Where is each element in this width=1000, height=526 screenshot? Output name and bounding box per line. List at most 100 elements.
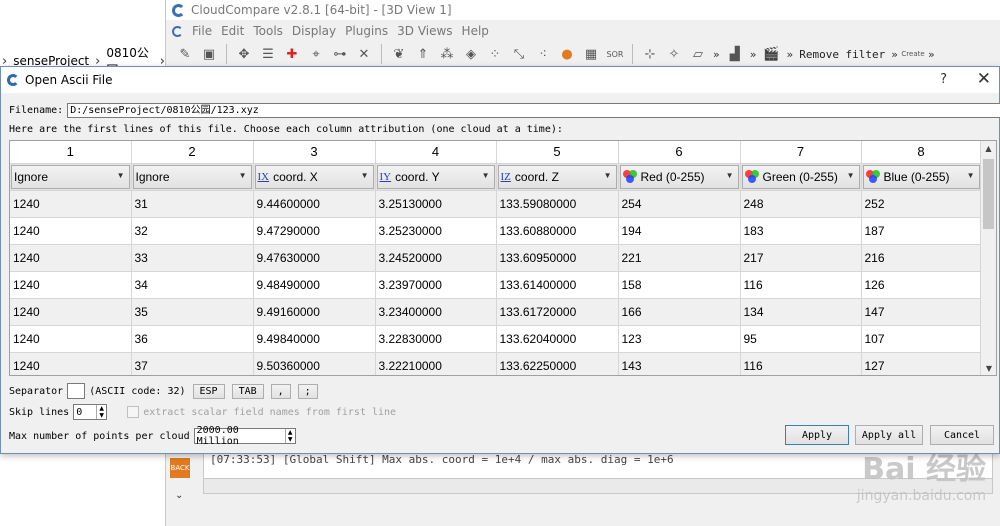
menu-tools[interactable]: Tools <box>253 24 283 38</box>
toolbar-more-button[interactable]: » <box>713 48 720 61</box>
table-cell: 183 <box>740 217 862 245</box>
max-points-row: Max number of points per cloud 2000.00 M… <box>9 425 296 447</box>
chevron-down-icon[interactable]: ▼ <box>117 171 125 180</box>
open-icon[interactable]: ✎ <box>176 45 194 63</box>
histogram-icon[interactable]: ▟ <box>726 45 744 63</box>
chevron-down-icon[interactable]: ⌄ <box>175 490 183 501</box>
help-button[interactable]: ? <box>940 72 947 87</box>
table-cell: 9.49840000 <box>253 325 376 353</box>
table-cell: 216 <box>861 244 982 272</box>
column-attribute-dropdown[interactable]: Blue (0-255) ▼ <box>862 164 980 189</box>
apply-all-button[interactable]: Apply all <box>855 425 923 445</box>
point-pick-icon[interactable]: ✚ <box>283 45 301 63</box>
column-attribute-dropdown[interactable]: IZ coord. Z ▼ <box>497 164 617 189</box>
scatter-icon[interactable]: ⁘ <box>486 45 504 63</box>
table-cell: 248 <box>740 190 862 218</box>
color-icon[interactable]: ● <box>558 45 576 63</box>
chevron-down-icon[interactable]: ▼ <box>239 171 247 180</box>
spin-down-icon[interactable]: ▼ <box>97 412 106 419</box>
merge-icon[interactable]: ⊶ <box>331 45 349 63</box>
table-cell: 37 <box>131 352 254 375</box>
sample-icon[interactable]: ❦ <box>390 45 408 63</box>
align-icon[interactable]: ⊹ <box>641 45 659 63</box>
chevron-down-icon[interactable]: ▼ <box>847 171 855 180</box>
plane-icon[interactable]: ▱ <box>689 45 707 63</box>
filename-field[interactable]: D:/senseProject/0810公园/123.xyz <box>67 103 1000 118</box>
toolbar-more-button[interactable]: » <box>750 48 757 61</box>
spin-buttons[interactable]: ▲ ▼ <box>96 405 106 419</box>
column-preview-grid: 1 2 3 4 5 6 7 8 Ignore ▼ Ignore ▼ IX coord. X ▼ IY coord… <box>9 140 997 376</box>
menu-help[interactable]: Help <box>462 24 489 38</box>
skip-lines-spinbox[interactable]: 0 ▲ ▼ <box>73 404 108 420</box>
table-cell: 3.23970000 <box>375 271 497 299</box>
spin-buttons[interactable]: ▲ ▼ <box>284 429 295 443</box>
save-icon[interactable]: ▣ <box>200 45 218 63</box>
mesh-icon[interactable]: ◈ <box>462 45 480 63</box>
noise-icon[interactable]: ⁖ <box>534 45 552 63</box>
register-icon[interactable]: ✧ <box>665 45 683 63</box>
column-attribute-dropdown[interactable]: IY coord. Y ▼ <box>376 164 495 189</box>
extract-names-checkbox[interactable] <box>127 406 140 418</box>
checker-icon[interactable]: ▦ <box>582 45 600 63</box>
normals-icon[interactable]: ⇑ <box>414 45 432 63</box>
table-row: 1240 35 9.49160000 3.23400000 133.61720000 16… <box>10 298 982 326</box>
chevron-down-icon[interactable]: ▼ <box>726 171 734 180</box>
spin-down-icon[interactable]: ▼ <box>286 436 295 443</box>
sor-icon[interactable]: SOR <box>606 45 624 63</box>
table-cell: 3.22830000 <box>375 325 497 353</box>
table-cell: 143 <box>618 352 741 375</box>
remove-filter-button[interactable]: Remove filter <box>799 48 885 61</box>
scroll-down-icon[interactable]: ▼ <box>981 361 996 375</box>
spin-up-icon[interactable]: ▲ <box>286 429 295 436</box>
column-attribute-dropdown[interactable]: Red (0-255) ▼ <box>619 164 739 189</box>
comma-button[interactable]: , <box>270 383 291 399</box>
menu-edit[interactable]: Edit <box>221 24 244 38</box>
menu-3d-views[interactable]: 3D Views <box>397 24 452 38</box>
chevron-down-icon[interactable]: ▼ <box>361 171 369 180</box>
distance-icon[interactable]: ⤡ <box>510 45 528 63</box>
grid-vertical-scrollbar[interactable]: ▲ ▼ <box>980 141 996 375</box>
toolbar-more-button[interactable]: » <box>928 48 935 61</box>
table-cell: 133.61720000 <box>496 298 619 326</box>
column-attribute-dropdown[interactable]: Ignore ▼ <box>11 164 130 189</box>
coord-x-icon: IX <box>257 170 270 183</box>
properties-icon[interactable]: ☰ <box>259 45 277 63</box>
chevron-down-icon[interactable]: ▼ <box>482 171 490 180</box>
column-attribute-dropdown[interactable]: Ignore ▼ <box>132 164 252 189</box>
toolbar-more-button[interactable]: » <box>891 48 898 61</box>
menu-plugins[interactable]: Plugins <box>345 24 388 38</box>
toolbar-more-button[interactable]: » <box>786 48 793 61</box>
menu-display[interactable]: Display <box>292 24 336 38</box>
apply-button[interactable]: Apply <box>785 425 849 445</box>
delete-icon[interactable]: ✕ <box>355 45 373 63</box>
max-points-spinbox[interactable]: 2000.00 Million ▲ ▼ <box>193 425 296 447</box>
separator-input[interactable] <box>67 383 86 399</box>
table-cell: 3.25130000 <box>375 190 497 218</box>
chevron-down-icon[interactable]: ▼ <box>604 171 612 180</box>
canupo-icon[interactable]: Create <box>901 45 924 63</box>
column-attribute-dropdown[interactable]: IX coord. X ▼ <box>254 164 374 189</box>
back-icon[interactable]: BACK <box>170 458 190 478</box>
scrollbar-thumb[interactable] <box>983 159 994 229</box>
close-button[interactable]: ✕ <box>977 69 991 89</box>
cancel-button[interactable]: Cancel <box>930 425 994 445</box>
filter-icon[interactable]: ⁂ <box>438 45 456 63</box>
chevron-down-icon[interactable]: ▼ <box>967 171 975 180</box>
tab-button[interactable]: TAB <box>231 383 264 399</box>
esp-button[interactable]: ESP <box>192 383 225 399</box>
transform-icon[interactable]: ✥ <box>235 45 253 63</box>
attribute-label: coord. Z <box>514 169 559 184</box>
console-line: [07:33:53] [Global Shift] Max abs. coord… <box>210 453 674 466</box>
segment-icon[interactable]: ⌖ <box>307 45 325 63</box>
max-points-value: 2000.00 Million <box>196 425 239 447</box>
table-cell: 116 <box>740 352 862 375</box>
menu-file[interactable]: File <box>192 24 212 38</box>
app-menu-icon[interactable] <box>172 25 183 37</box>
spin-up-icon[interactable]: ▲ <box>97 405 106 412</box>
scroll-up-icon[interactable]: ▲ <box>981 141 996 157</box>
table-cell: 187 <box>861 217 982 245</box>
semicolon-button[interactable]: ; <box>297 383 318 399</box>
film-icon[interactable]: 🎬 <box>762 45 780 63</box>
rgb-icon <box>744 170 760 183</box>
column-attribute-dropdown[interactable]: Green (0-255) ▼ <box>741 164 860 189</box>
